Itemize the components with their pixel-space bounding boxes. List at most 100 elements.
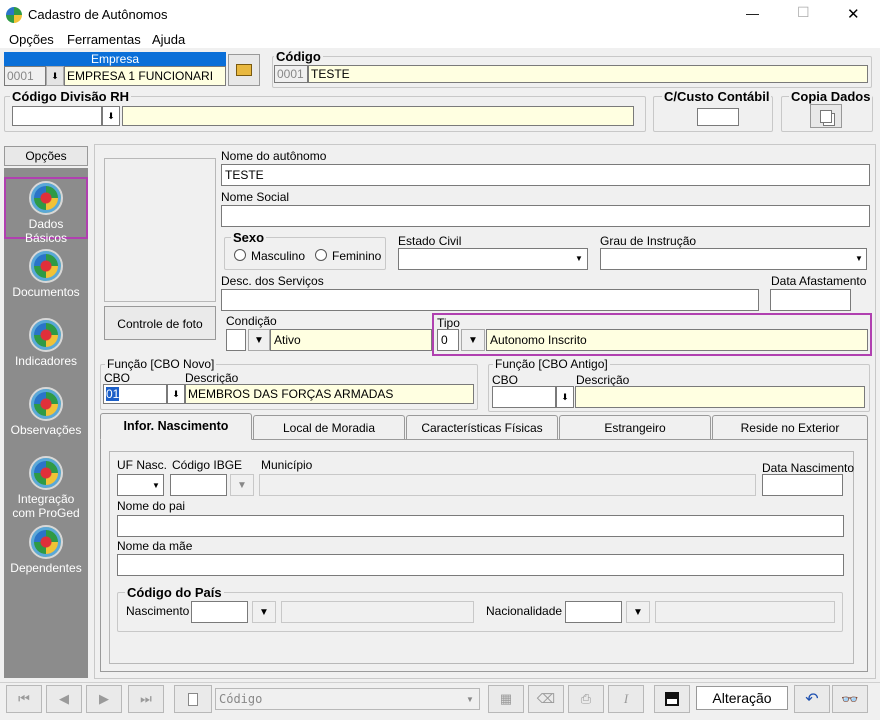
grau-select[interactable]: [600, 248, 867, 270]
ibge-dropdown[interactable]: ▼: [230, 474, 254, 496]
municipio-label: Município: [261, 458, 313, 472]
binoculars-button[interactable]: 👓: [832, 685, 868, 713]
undo-button[interactable]: ↶: [794, 685, 830, 713]
sidebar-item-dependentes[interactable]: Dependentes: [4, 523, 88, 585]
condicao-dropdown[interactable]: ▼: [248, 329, 270, 351]
chevron-down-icon: ▼: [855, 254, 863, 263]
pai-input[interactable]: [117, 515, 844, 537]
nome-input[interactable]: TESTE: [221, 164, 870, 186]
app-icon: [6, 7, 22, 23]
uf-label: UF Nasc.: [117, 458, 168, 472]
mae-label: Nome da mãe: [117, 539, 193, 553]
codigo-search-input[interactable]: Código: [215, 688, 480, 710]
cbo-antigo-lookup-icon[interactable]: ⬇: [556, 386, 574, 408]
sidebar-item-documentos[interactable]: Documentos: [4, 247, 88, 309]
nome-social-label: Nome Social: [221, 190, 290, 204]
tab-local-moradia[interactable]: Local de Moradia: [253, 415, 405, 439]
tipo-value: Autonomo Inscrito: [486, 329, 868, 351]
mae-input[interactable]: [117, 554, 844, 576]
radio-feminino[interactable]: [315, 249, 327, 261]
chevron-down-icon: ▼: [466, 695, 474, 704]
pais-nascimento-dropdown[interactable]: ▼: [252, 601, 276, 623]
maximize-button[interactable]: ☐: [797, 4, 810, 21]
desc-novo-label: Descrição: [185, 371, 239, 385]
indicadores-icon: [29, 318, 63, 352]
cbo-novo-label: CBO: [104, 371, 131, 385]
codigo-name: TESTE: [308, 65, 868, 83]
data-afastamento-input[interactable]: [770, 289, 851, 311]
cbo-novo-desc: MEMBROS DAS FORÇAS ARMADAS: [185, 384, 474, 404]
tab-infor-nascimento[interactable]: Infor. Nascimento: [100, 413, 252, 440]
documentos-icon: [29, 249, 63, 283]
menu-ferramentas[interactable]: Ferramentas: [67, 32, 141, 47]
custo-field[interactable]: [697, 108, 739, 126]
cbo-novo-lookup-icon[interactable]: ⬇: [167, 384, 185, 404]
sidebar-item-dados-basicos[interactable]: Dados Básicos: [4, 177, 88, 245]
codigo-label: Código: [274, 49, 323, 64]
codigo-code[interactable]: 0001: [274, 65, 308, 83]
last-record-button[interactable]: ⏭: [128, 685, 164, 713]
delete-button[interactable]: ⌫: [528, 685, 564, 713]
tipo-dropdown[interactable]: ▼: [461, 329, 485, 351]
nome-social-input[interactable]: [221, 205, 870, 227]
ibge-input[interactable]: [170, 474, 227, 496]
chevron-down-icon: ▼: [575, 254, 583, 263]
empresa-lookup-icon[interactable]: ⬇: [46, 66, 64, 86]
first-record-button[interactable]: ⏮: [6, 685, 42, 713]
nacionalidade-input[interactable]: [565, 601, 622, 623]
minimize-button[interactable]: —: [746, 6, 759, 21]
estado-civil-label: Estado Civil: [398, 234, 462, 248]
estado-civil-select[interactable]: [398, 248, 588, 270]
save-button[interactable]: [654, 685, 690, 713]
prev-record-button[interactable]: ◀: [46, 685, 82, 713]
divisao-lookup-icon[interactable]: ⬇: [102, 106, 120, 126]
condicao-code[interactable]: [226, 329, 246, 351]
open-folder-button[interactable]: [228, 54, 260, 86]
grau-label: Grau de Instrução: [600, 234, 697, 248]
new-document-button[interactable]: [174, 685, 212, 713]
copy-icon: [820, 109, 832, 123]
funcao-novo-label: Função [CBO Novo]: [105, 357, 217, 371]
pais-label: Código do País: [125, 585, 224, 600]
copy-button[interactable]: [810, 104, 842, 128]
menu-opcoes[interactable]: Opções: [9, 32, 54, 47]
tab-caracteristicas[interactable]: Características Físicas: [406, 415, 558, 439]
photo-control-button[interactable]: Controle de foto: [104, 306, 216, 340]
radio-masculino[interactable]: [234, 249, 246, 261]
nascimento-pais-label: Nascimento: [126, 604, 190, 618]
tipo-code[interactable]: 0: [437, 329, 459, 351]
photo-frame: [104, 158, 216, 302]
divisao-code[interactable]: [12, 106, 102, 126]
save-icon: [665, 692, 679, 706]
cbo-novo-value: 01: [106, 387, 120, 401]
close-button[interactable]: ✕: [847, 5, 860, 23]
sidebar-item-indicadores[interactable]: Indicadores: [4, 316, 88, 378]
search-doc-button[interactable]: ▦: [488, 685, 524, 713]
empresa-code[interactable]: 0001: [4, 66, 46, 86]
desc-servicos-input[interactable]: [221, 289, 759, 311]
tab-reside-exterior[interactable]: Reside no Exterior: [712, 415, 868, 439]
sidebar-header[interactable]: Opções: [4, 146, 88, 166]
data-nascimento-label: Data Nascimento: [762, 461, 855, 475]
menu-ajuda[interactable]: Ajuda: [152, 32, 185, 47]
desc-servicos-label: Desc. dos Serviços: [221, 274, 324, 288]
tab-estrangeiro[interactable]: Estrangeiro: [559, 415, 711, 439]
cbo-antigo-input[interactable]: [492, 386, 556, 408]
dependentes-icon: [29, 525, 63, 559]
custo-label: C/Custo Contábil: [662, 89, 772, 104]
divisao-label: Código Divisão RH: [10, 89, 132, 104]
print-button[interactable]: ⎙: [568, 685, 604, 713]
sidebar-item-observacoes[interactable]: Observações: [4, 385, 88, 447]
sidebar-item-integracao[interactable]: Integração com ProGed: [4, 454, 88, 526]
italic-button[interactable]: I: [608, 685, 644, 713]
new-document-icon: [188, 692, 198, 706]
feminino-label: Feminino: [332, 249, 382, 263]
pais-nascimento-input[interactable]: [191, 601, 248, 623]
funcao-antigo-label: Função [CBO Antigo]: [493, 357, 610, 371]
sexo-label: Sexo: [231, 230, 267, 245]
next-record-button[interactable]: ▶: [86, 685, 122, 713]
nacionalidade-dropdown[interactable]: ▼: [626, 601, 650, 623]
data-nascimento-input[interactable]: [762, 474, 843, 496]
menu-bar: Opções Ferramentas Ajuda: [0, 30, 880, 48]
cbo-novo-input[interactable]: 01: [103, 384, 167, 404]
